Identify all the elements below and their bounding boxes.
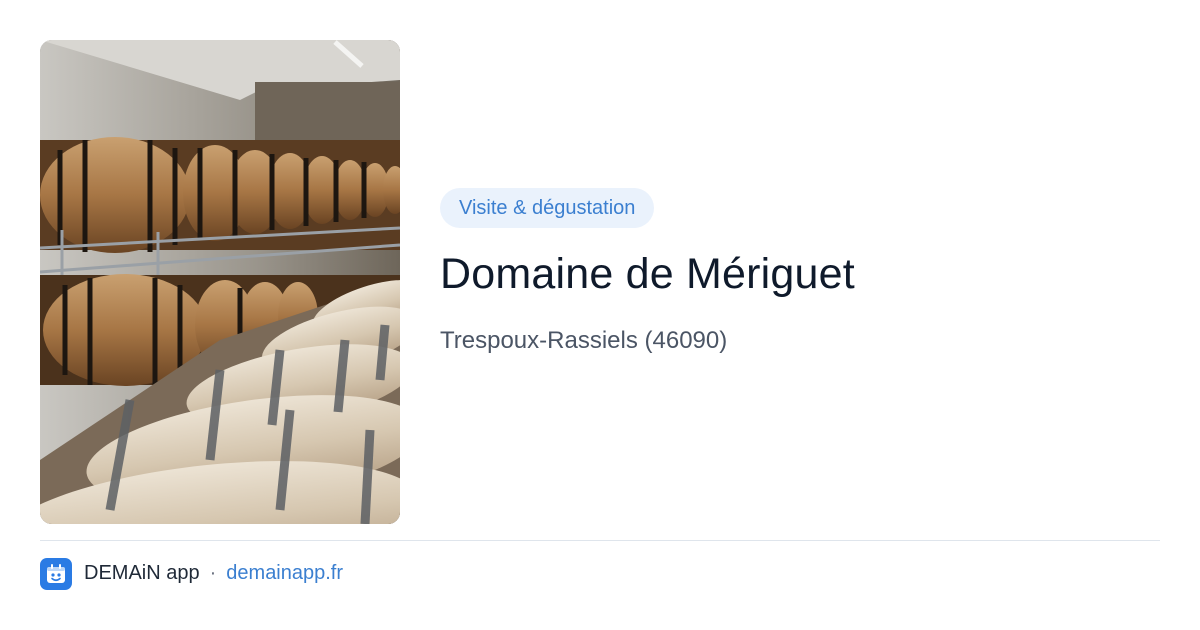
separator-dot: ·: [209, 562, 217, 584]
wine-barrels-image: [40, 40, 400, 524]
footer: DEMAiN app · demainapp.fr: [40, 557, 343, 590]
category-badge: Visite & dégustation: [440, 188, 655, 228]
divider: [40, 540, 1160, 541]
demain-app-logo-icon: [40, 557, 72, 590]
location-text: Trespoux-Rassiels (46090): [440, 327, 728, 354]
app-name: DEMAiN app: [84, 562, 200, 584]
page-title: Domaine de Mériguet: [440, 250, 855, 298]
cellar-photo: [40, 40, 400, 524]
site-link[interactable]: demainapp.fr: [226, 562, 343, 585]
card-content: Visite & dégustation Domaine de Mériguet…: [440, 188, 1160, 356]
